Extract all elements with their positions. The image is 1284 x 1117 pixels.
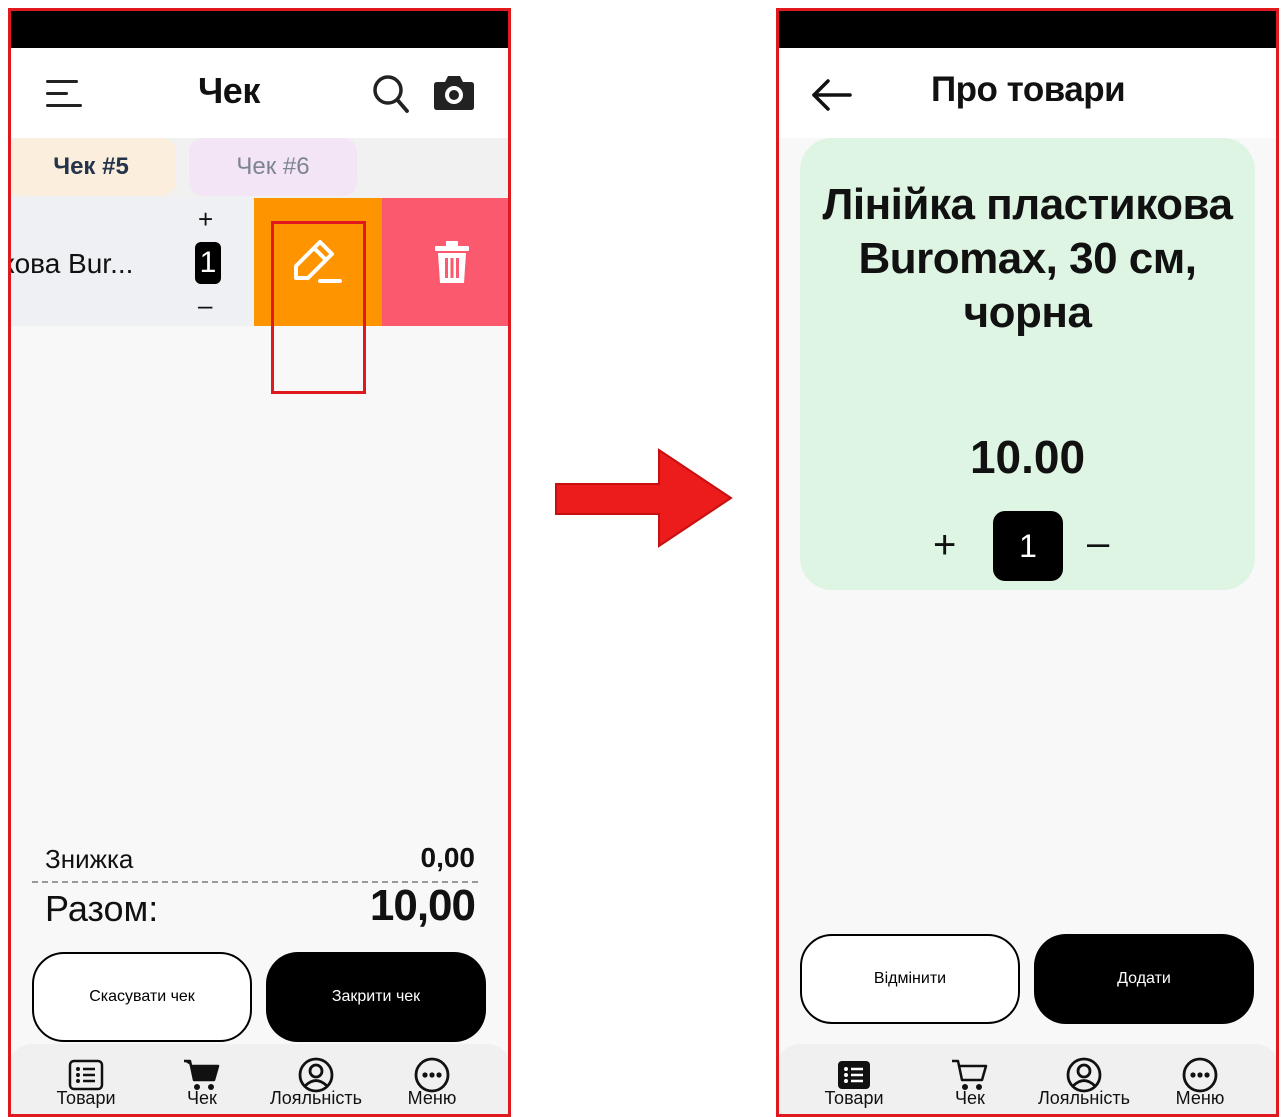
nav-label: Лояльність (1037, 1088, 1130, 1108)
total-label: Разом: (45, 888, 159, 929)
nav-item-loyalty[interactable]: Лояльність (1024, 1056, 1144, 1109)
decrease-quantity-button[interactable]: – (1087, 521, 1109, 566)
nav-label: Товари (56, 1088, 116, 1108)
nav-label: Лояльність (269, 1088, 362, 1108)
status-bar (776, 8, 1279, 48)
product-price: 10.00 (969, 431, 1086, 483)
decrease-quantity-button[interactable]: – (198, 290, 212, 321)
cancel-receipt-button[interactable]: Скасувати чек (32, 952, 252, 1042)
increase-quantity-button[interactable]: + (198, 204, 213, 235)
app-bar: Про товари (776, 48, 1279, 138)
total-value: 10,00 (369, 881, 476, 930)
product-details-screen: Про товари Лінійка пластикова Buromax, 3… (776, 8, 1279, 1117)
bottom-navigation: Товари Чек Лояльність Меню (776, 1044, 1279, 1117)
search-icon[interactable] (372, 74, 410, 119)
camera-icon[interactable] (433, 72, 475, 117)
page-title: Про товари (931, 70, 1126, 109)
trash-icon (435, 241, 469, 283)
hamburger-menu-icon[interactable] (42, 76, 82, 110)
highlight-box (271, 221, 366, 394)
increase-quantity-button[interactable]: + (933, 523, 956, 568)
delete-item-button[interactable] (382, 198, 511, 326)
nav-label: Меню (407, 1088, 457, 1108)
nav-item-menu[interactable]: Меню (372, 1056, 492, 1109)
product-card: Лінійка пластикова Buromax, 30 см, чорна… (800, 138, 1255, 590)
close-receipt-button[interactable]: Закрити чек (266, 952, 486, 1042)
tab-receipt-5[interactable]: Чек #5 (8, 138, 176, 196)
product-name: Лінійка пластикова Buromax, 30 см, чорна (822, 180, 1234, 337)
tab-receipt-6[interactable]: Чек #6 (189, 138, 357, 196)
nav-item-loyalty[interactable]: Лояльність (256, 1056, 376, 1109)
nav-item-receipt[interactable]: Чек (910, 1056, 1030, 1109)
add-button[interactable]: Додати (1034, 934, 1254, 1024)
app-bar: Чек (8, 48, 511, 138)
nav-item-products[interactable]: Товари (794, 1056, 914, 1109)
item-name: кова Bur... (8, 248, 134, 279)
item-row-content[interactable]: кова Bur... + 1 – (8, 198, 254, 326)
quantity-value: 1 (993, 511, 1063, 581)
nav-item-receipt[interactable]: Чек (142, 1056, 262, 1109)
receipt-screen: Чек Чек #5 Чек #6 кова Bur... + 1 – Зниж… (8, 8, 511, 1117)
nav-item-products[interactable]: Товари (26, 1056, 146, 1109)
nav-label: Чек (955, 1088, 985, 1108)
discount-value: 0,00 (420, 842, 476, 873)
back-arrow-icon[interactable] (810, 78, 852, 117)
bottom-navigation: Товари Чек Лояльність Меню (8, 1044, 511, 1117)
quantity-value: 1 (195, 242, 221, 284)
transition-arrow-icon (555, 448, 733, 548)
nav-label: Меню (1175, 1088, 1225, 1108)
status-bar (8, 8, 511, 48)
nav-item-menu[interactable]: Меню (1140, 1056, 1260, 1109)
page-title: Чек (198, 70, 260, 111)
discount-label: Знижка (45, 844, 134, 874)
cancel-button[interactable]: Відмінити (800, 934, 1020, 1024)
receipt-tabs: Чек #5 Чек #6 (8, 138, 511, 198)
nav-label: Товари (824, 1088, 884, 1108)
nav-label: Чек (187, 1088, 217, 1108)
receipt-item-row[interactable]: кова Bur... + 1 – (8, 198, 511, 326)
